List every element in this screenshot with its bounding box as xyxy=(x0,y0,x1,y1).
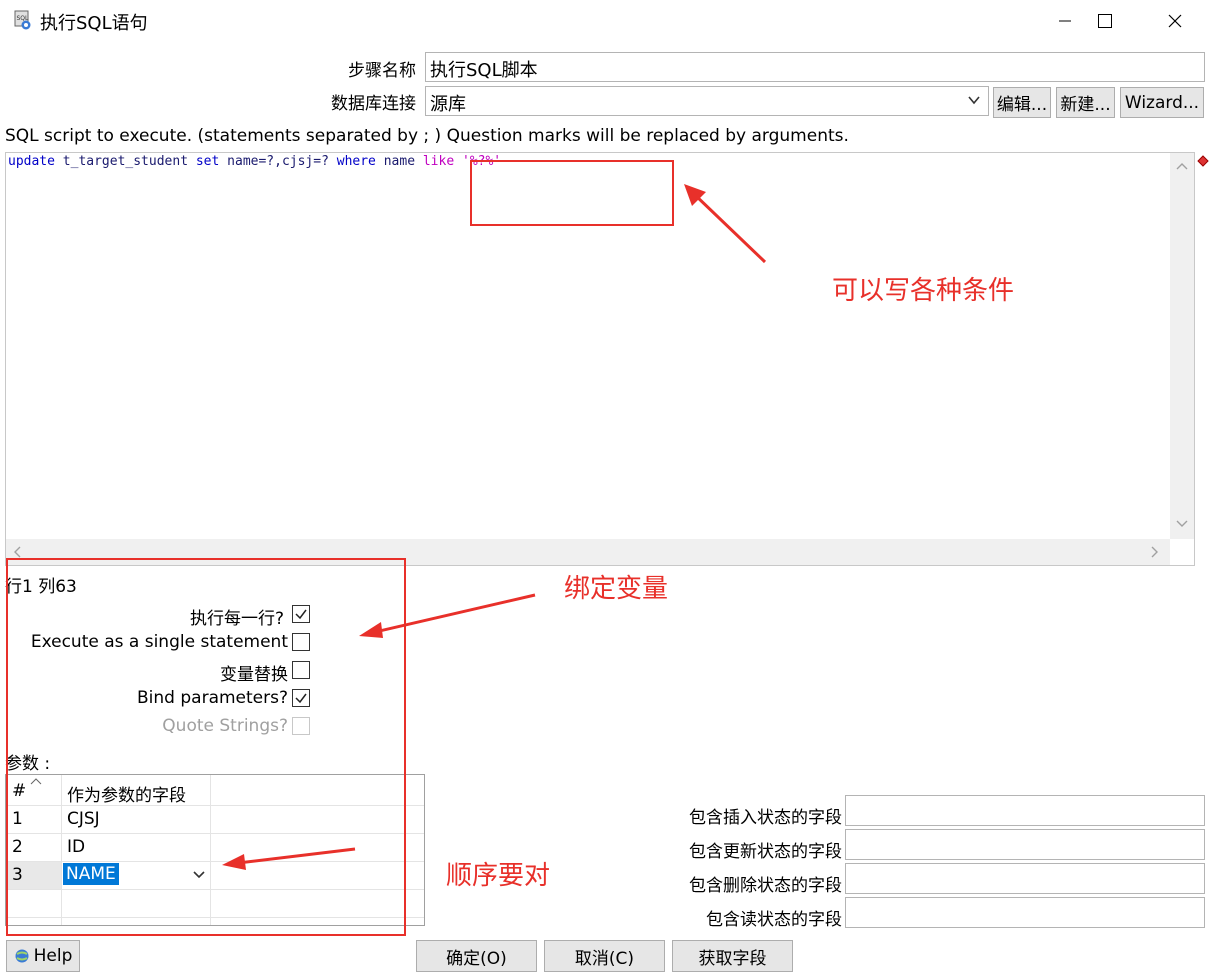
maximize-icon xyxy=(1098,14,1112,28)
annotation-box-conditions xyxy=(470,160,674,226)
sql-token: name=?,cjsj=? xyxy=(219,154,337,169)
step-name-input[interactable]: 执行SQL脚本 xyxy=(425,52,1205,82)
edit-connection-button[interactable]: 编辑... xyxy=(993,87,1051,118)
scroll-down-icon xyxy=(1176,520,1188,527)
sql-token: name xyxy=(375,154,423,169)
close-icon xyxy=(1168,14,1182,28)
minimize-icon xyxy=(1059,20,1071,22)
update-status-label: 包含更新状态的字段 xyxy=(689,842,842,862)
sql-description: SQL script to execute. (statements separ… xyxy=(5,126,849,146)
db-connection-value: 源库 xyxy=(430,94,466,115)
help-button[interactable]: Help xyxy=(6,940,80,972)
sql-token: set xyxy=(195,154,220,169)
scroll-left-icon xyxy=(14,546,21,558)
help-globe-icon xyxy=(15,949,29,963)
sql-app-icon: SQL xyxy=(12,9,34,31)
title-bar xyxy=(0,0,1211,42)
window-title: 执行SQL语句 xyxy=(40,13,148,34)
annotation-box-bind xyxy=(6,558,406,936)
scroll-right-icon xyxy=(1151,546,1158,558)
read-status-label: 包含读状态的字段 xyxy=(706,910,842,930)
db-connection-label: 数据库连接 xyxy=(331,94,416,114)
sql-token: t_target_student xyxy=(54,154,196,169)
sql-token: where xyxy=(336,154,376,169)
sql-token: update xyxy=(8,154,55,169)
read-status-input[interactable] xyxy=(845,897,1205,928)
db-connection-select[interactable]: 源库 xyxy=(425,86,989,116)
insert-status-label: 包含插入状态的字段 xyxy=(689,808,842,828)
annotation-order: 顺序要对 xyxy=(446,861,551,891)
delete-status-input[interactable] xyxy=(845,863,1205,894)
delete-status-label: 包含删除状态的字段 xyxy=(689,876,842,896)
sql-code-line: update t_target_student set name=?,cjsj=… xyxy=(8,154,501,169)
update-status-input[interactable] xyxy=(845,829,1205,860)
editor-vertical-scrollbar[interactable] xyxy=(1170,153,1194,539)
wizard-button[interactable]: Wizard... xyxy=(1120,87,1204,118)
annotation-conditions: 可以写各种条件 xyxy=(832,276,1015,306)
help-label: Help xyxy=(33,946,73,966)
annotation-arrow-icon xyxy=(359,593,536,638)
annotation-bind-vars: 绑定变量 xyxy=(564,574,669,604)
new-connection-button[interactable]: 新建... xyxy=(1056,87,1115,118)
cancel-button[interactable]: 取消(C) xyxy=(544,940,665,972)
variable-diamond-icon xyxy=(1197,152,1209,172)
scroll-up-icon xyxy=(1176,163,1188,170)
step-name-label: 步骤名称 xyxy=(348,61,416,81)
get-fields-button[interactable]: 获取字段 xyxy=(672,940,793,972)
sql-token: like xyxy=(422,154,455,169)
maximize-button[interactable] xyxy=(1082,6,1128,36)
chevron-down-icon xyxy=(966,92,982,113)
close-button[interactable] xyxy=(1152,6,1198,36)
ok-button[interactable]: 确定(O) xyxy=(416,940,537,972)
annotation-arrow-icon xyxy=(684,184,767,264)
annotation-arrow-icon xyxy=(222,847,356,870)
insert-status-input[interactable] xyxy=(845,795,1205,826)
